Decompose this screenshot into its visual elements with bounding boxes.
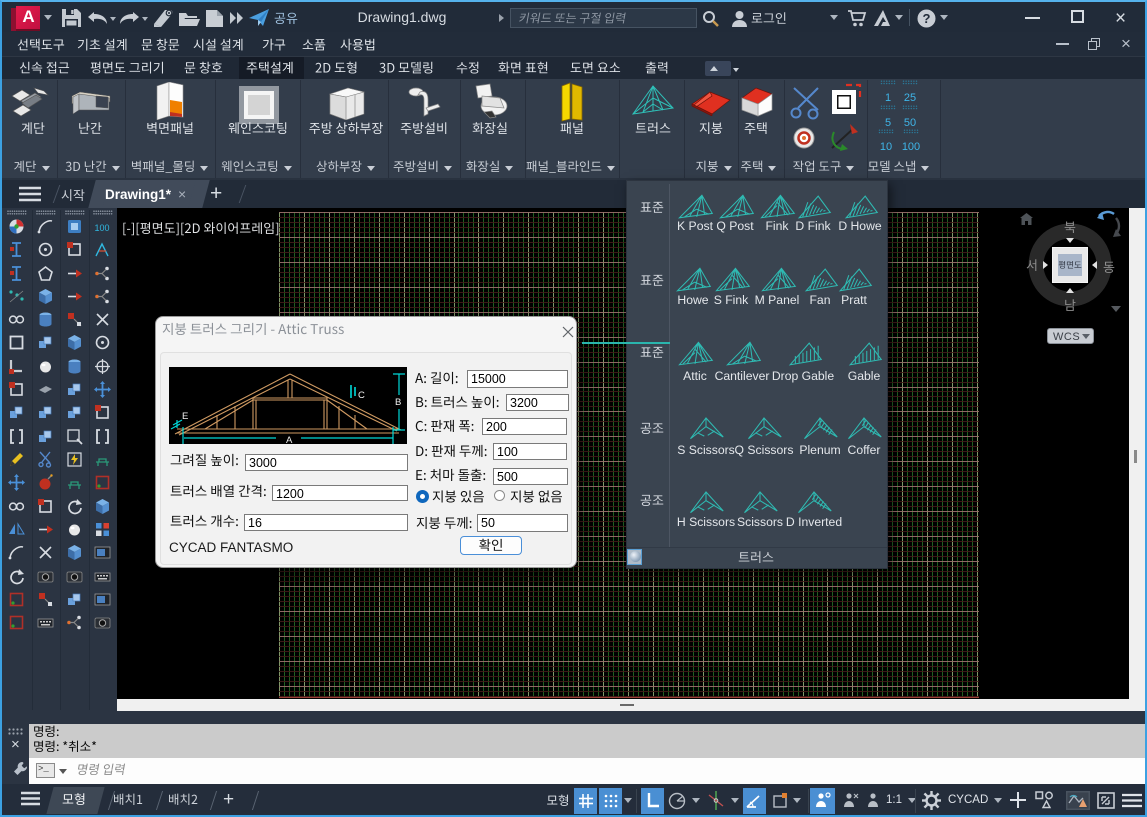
svg-text:E: E xyxy=(182,411,188,422)
svg-text:B: B xyxy=(395,397,401,408)
svg-text:C: C xyxy=(358,390,365,401)
svg-text:100: 100 xyxy=(94,223,109,233)
svg-text:?: ? xyxy=(923,11,931,26)
svg-text:A: A xyxy=(286,435,293,444)
